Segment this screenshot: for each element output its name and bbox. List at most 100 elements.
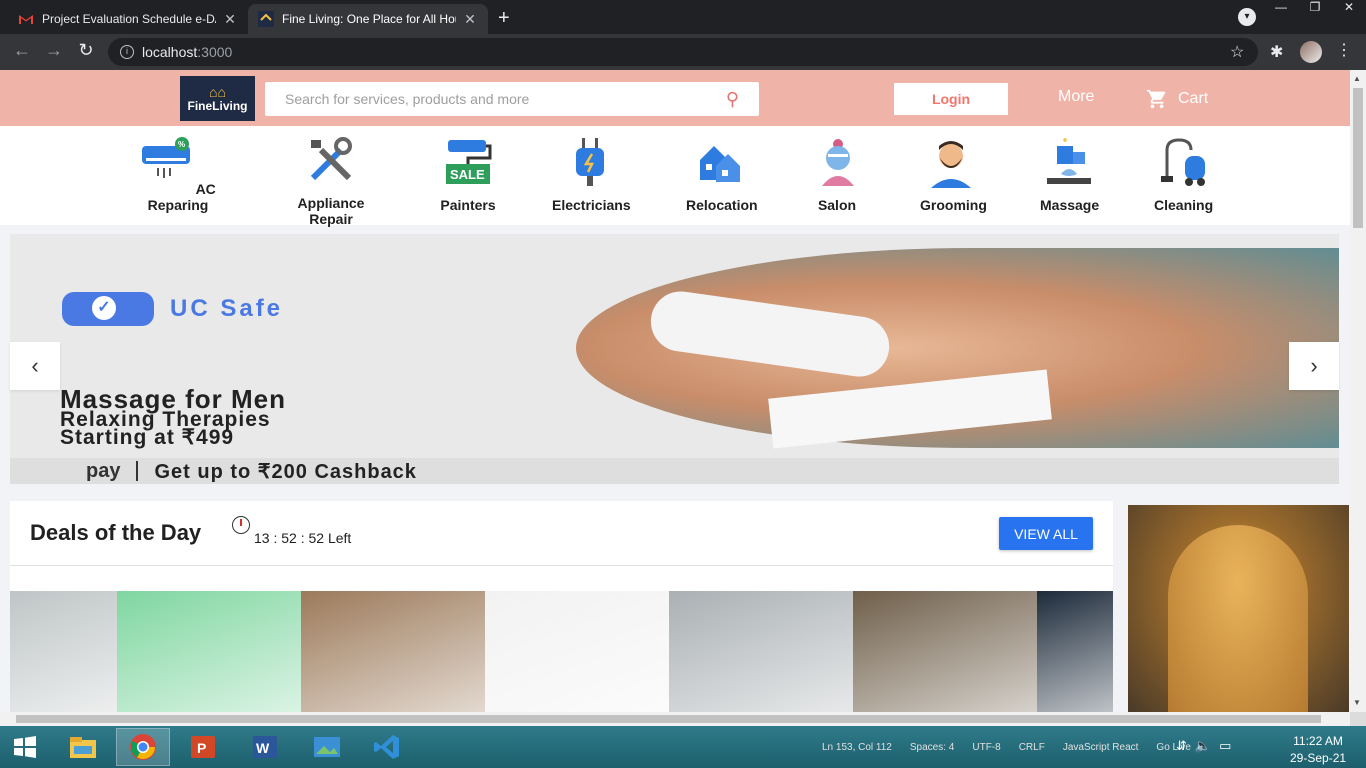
category-appliance-repair[interactable]: Appliance Repair <box>276 134 386 227</box>
product-thumbnail-cleaning-bottles[interactable] <box>485 591 669 712</box>
face-mask-icon <box>822 139 854 186</box>
category-label: Appliance Repair <box>297 195 365 227</box>
shield-check-icon <box>62 292 154 326</box>
back-arrow-icon[interactable]: ← <box>10 40 34 61</box>
spa-candle-icon <box>1047 138 1091 184</box>
profile-avatar[interactable] <box>1300 41 1322 63</box>
scroll-down-icon[interactable]: ▼ <box>1353 698 1361 707</box>
site-info-icon[interactable]: i <box>120 45 134 59</box>
category-relocation[interactable]: Relocation <box>686 136 758 213</box>
scroll-up-icon[interactable]: ▲ <box>1353 74 1361 83</box>
cart-label: Cart <box>1178 90 1209 107</box>
vacuum-icon <box>1161 138 1205 186</box>
status-item[interactable]: JavaScript React <box>1063 742 1139 753</box>
vertical-scrollbar[interactable]: ▲ ▼ <box>1350 70 1366 712</box>
product-thumbnail-water-purifier[interactable] <box>10 591 117 712</box>
category-label: Electricians <box>552 197 631 213</box>
promo-banner[interactable]: UC Safe Massage for Men Relaxing Therapi… <box>10 234 1339 484</box>
status-item[interactable]: Ln 153, Col 112 <box>822 742 892 753</box>
restore-button[interactable]: ❐ <box>1298 0 1332 18</box>
login-button[interactable]: Login <box>894 83 1008 115</box>
product-thumbnail-essential-oils[interactable] <box>853 591 1037 712</box>
new-tab-button[interactable]: + <box>498 7 510 30</box>
network-icon[interactable]: ⇵ <box>1176 738 1187 754</box>
close-window-button[interactable]: ✕ <box>1332 0 1366 18</box>
category-grooming[interactable]: Grooming <box>920 136 987 213</box>
page-viewport: ⌂⌂ FineLiving ⚲ Login More Cart % AC Rep… <box>0 70 1350 712</box>
category-electricians[interactable]: Electricians <box>552 136 631 213</box>
category-cleaning[interactable]: Cleaning <box>1154 136 1213 213</box>
vscode-icon[interactable] <box>360 728 414 766</box>
alarm-clock-icon <box>232 516 250 534</box>
minimize-button[interactable]: — <box>1264 0 1298 18</box>
tab-title: Fine Living: One Place for All Hou <box>282 12 456 26</box>
volume-icon[interactable]: 🔈 <box>1195 738 1211 754</box>
address-bar[interactable]: i localhost:3000 <box>108 38 1258 66</box>
svg-text:%: % <box>178 140 185 149</box>
search-icon[interactable]: ⚲ <box>726 89 739 110</box>
ac-icon: % <box>142 137 191 178</box>
arch-shape <box>1168 525 1308 712</box>
view-all-button[interactable]: VIEW ALL <box>999 517 1093 550</box>
search-input[interactable] <box>285 91 726 107</box>
editor-status-bar: Ln 153, Col 112 Spaces: 4 UTF-8 CRLF Jav… <box>822 742 1191 753</box>
deals-countdown: 13 : 52 : 52 Left <box>254 530 352 546</box>
browser-toolbar: ← → ↻ i localhost:3000 ☆ ✱ <box>0 34 1366 70</box>
carousel-prev-button[interactable]: ‹ <box>10 342 60 390</box>
house-move-icon <box>700 146 740 182</box>
forward-arrow-icon[interactable]: → <box>42 40 66 61</box>
reload-icon[interactable]: ↻ <box>74 40 98 61</box>
tab-search-icon[interactable]: ▾ <box>1238 8 1256 26</box>
product-thumbnail-dark-product[interactable] <box>1037 591 1113 712</box>
site-logo[interactable]: ⌂⌂ FineLiving <box>180 76 255 121</box>
status-item[interactable]: CRLF <box>1019 742 1045 753</box>
search-bar: ⚲ <box>265 82 759 116</box>
url-host: localhost <box>142 44 198 60</box>
amazon-pay-logo: pay <box>86 459 121 482</box>
word-icon[interactable]: W <box>238 728 292 766</box>
tab-fine-living[interactable]: Fine Living: One Place for All Hou ✕ <box>248 4 488 34</box>
scroll-thumb[interactable] <box>1353 88 1363 228</box>
horizontal-scrollbar[interactable] <box>0 712 1350 726</box>
system-clock[interactable]: 11:22 AM 29-Sep-21 <box>1290 733 1346 767</box>
category-massage[interactable]: Massage <box>1040 136 1099 213</box>
browser-tab-strip: Project Evaluation Schedule e-DA ✕ Fine … <box>0 0 1366 34</box>
product-thumbnail-robot-vacuum[interactable] <box>301 591 485 712</box>
more-menu[interactable]: More <box>1058 88 1094 106</box>
cart-button[interactable]: Cart <box>1146 88 1208 110</box>
category-salon[interactable]: Salon <box>812 136 862 213</box>
badge-text: UC Safe <box>170 295 284 322</box>
battery-icon[interactable]: ▭ <box>1219 738 1231 754</box>
category-strip: % AC Reparing Appliance Repair SALE Pain… <box>0 126 1350 227</box>
product-thumbnail-air-filter[interactable] <box>669 591 853 712</box>
category-label: Grooming <box>920 197 987 213</box>
windows-start-icon[interactable] <box>0 728 50 766</box>
extensions-puzzle-icon[interactable]: ✱ <box>1270 42 1283 62</box>
tools-icon <box>310 137 352 181</box>
carousel-next-button[interactable]: › <box>1289 342 1339 390</box>
side-ad-image[interactable] <box>1128 505 1349 712</box>
powerpoint-icon[interactable]: P <box>176 728 230 766</box>
deals-of-the-day-section: Deals of the Day 13 : 52 : 52 Left VIEW … <box>10 501 1113 712</box>
paint-roller-icon: SALE <box>446 140 492 184</box>
site-favicon-icon <box>258 11 274 27</box>
scroll-thumb[interactable] <box>16 715 1321 723</box>
close-tab-icon[interactable]: ✕ <box>462 11 478 28</box>
category-ac-reparing[interactable]: % AC Reparing <box>138 136 218 213</box>
product-thumbnail-humidifier[interactable] <box>117 591 301 712</box>
status-item[interactable]: Spaces: 4 <box>910 742 954 753</box>
scrollbar-corner <box>1350 712 1366 726</box>
category-painters[interactable]: SALE Painters <box>438 136 498 213</box>
status-item[interactable]: UTF-8 <box>972 742 1000 753</box>
bookmark-star-icon[interactable]: ☆ <box>1230 42 1244 62</box>
close-tab-icon[interactable]: ✕ <box>222 11 238 28</box>
browser-menu-icon[interactable]: ⋮ <box>1336 40 1352 60</box>
file-explorer-icon[interactable] <box>56 728 110 766</box>
system-tray: ⇵ 🔈 ▭ <box>1176 738 1231 754</box>
divider <box>10 565 1113 566</box>
tab-project-evaluation[interactable]: Project Evaluation Schedule e-DA ✕ <box>8 4 248 34</box>
chrome-icon[interactable] <box>116 728 170 766</box>
clock-time: 11:22 AM <box>1293 734 1343 748</box>
url-port: :3000 <box>197 44 233 60</box>
photos-icon[interactable] <box>300 728 354 766</box>
